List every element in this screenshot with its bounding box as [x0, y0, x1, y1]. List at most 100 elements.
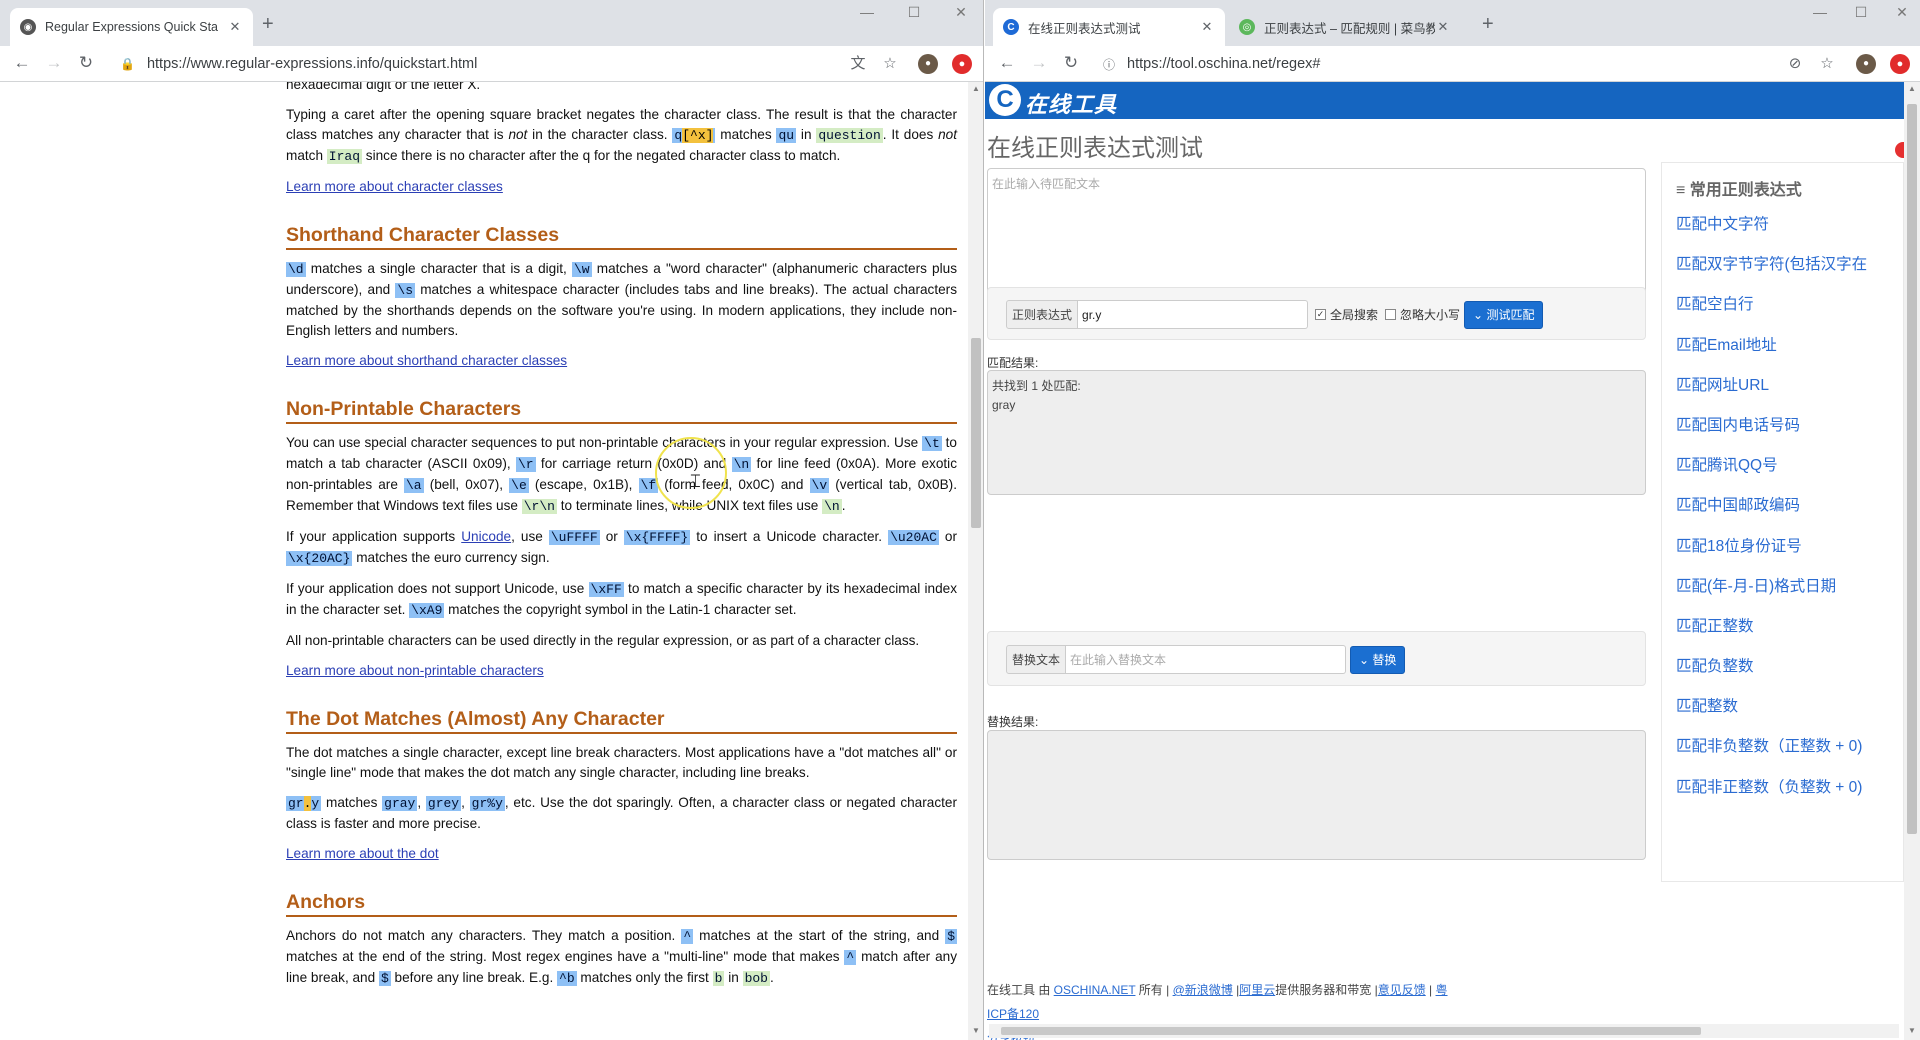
- scroll-up-icon[interactable]: ▲: [1904, 84, 1920, 93]
- text: (bell, 0x07),: [423, 477, 510, 492]
- blocked-icon[interactable]: ⊘: [1785, 54, 1805, 74]
- result-label: 匹配结果:: [987, 356, 1039, 370]
- forward-icon[interactable]: →: [1027, 53, 1051, 73]
- replace-button[interactable]: ⌄ 替换: [1350, 645, 1406, 674]
- address-bar[interactable]: ⓘ https://tool.oschina.net/regex#: [1103, 49, 1743, 79]
- result-summary: 共找到 1 处匹配:: [992, 379, 1081, 393]
- profile-avatar-icon[interactable]: ●: [1856, 54, 1876, 74]
- replace-result-area[interactable]: [987, 730, 1646, 860]
- sidebar-link[interactable]: 匹配负整数: [1662, 654, 1903, 694]
- close-window-icon[interactable]: ✕: [946, 4, 976, 21]
- match-result-area[interactable]: 共找到 1 处匹配: gray: [987, 370, 1646, 495]
- forward-icon[interactable]: →: [42, 53, 66, 73]
- text: in: [724, 970, 743, 985]
- sidebar-link[interactable]: 匹配中文字符: [1662, 212, 1903, 252]
- test-match-button[interactable]: ⌄ 测试匹配: [1464, 300, 1544, 329]
- emphasis: not: [938, 127, 957, 142]
- sidebar-link[interactable]: 匹配Email地址: [1662, 333, 1903, 373]
- link-feedback[interactable]: 意见反馈: [1378, 983, 1426, 997]
- vertical-scrollbar[interactable]: ▲ ▼: [1904, 82, 1920, 1040]
- oschina-icon: C: [1003, 19, 1019, 35]
- link-character-classes[interactable]: Learn more about character classes: [286, 179, 503, 194]
- anchors-paragraph: Anchors do not match any characters. The…: [286, 926, 957, 989]
- scroll-down-icon[interactable]: ▼: [1904, 1026, 1920, 1035]
- sidebar-link[interactable]: 匹配正整数: [1662, 614, 1903, 654]
- star-icon[interactable]: ☆: [1817, 54, 1837, 74]
- text-cursor-icon: ⌶: [690, 471, 701, 491]
- article: hexadecimal digit or the letter X. Typin…: [286, 82, 957, 999]
- address-bar[interactable]: 🔒 https://www.regular-expressions.info/q…: [120, 49, 840, 79]
- toolbar: ← → ↻ 🔒 https://www.regular-expressions.…: [0, 46, 983, 82]
- replace-input-group: 替换文本 在此输入替换文本 ⌄ 替换: [1006, 645, 1406, 674]
- regex-input-group: 正则表达式 gr.y ✓ 全局搜索 忽略大小写 ⌄ 测试匹配: [1006, 300, 1544, 329]
- intro-tail: hexadecimal digit or the letter X.: [286, 82, 481, 92]
- link-unicode[interactable]: Unicode: [461, 529, 511, 544]
- sidebar-link[interactable]: 匹配腾讯QQ号: [1662, 453, 1903, 493]
- text: or: [599, 529, 624, 544]
- link-dot[interactable]: Learn more about the dot: [286, 846, 439, 861]
- side-tab-marker[interactable]: [1895, 142, 1904, 158]
- scroll-up-icon[interactable]: ▲: [968, 84, 983, 93]
- tab-regex-tester[interactable]: C 在线正则表达式测试 ✕: [993, 8, 1225, 46]
- nonprint-paragraph-3: If your application does not support Uni…: [286, 579, 957, 621]
- sidebar-link[interactable]: 匹配中国邮政编码: [1662, 493, 1903, 533]
- caret-paragraph: Typing a caret after the opening square …: [286, 105, 957, 167]
- scrollbar-thumb[interactable]: [1907, 104, 1917, 834]
- link-oschina[interactable]: OSCHINA.NET: [1054, 983, 1136, 997]
- close-tab-icon[interactable]: ✕: [1435, 19, 1451, 35]
- sidebar-list: 匹配中文字符 匹配双字节字符(包括汉字在 匹配空白行 匹配Email地址 匹配网址URL…: [1662, 212, 1903, 815]
- back-icon[interactable]: ←: [10, 53, 34, 73]
- match-text-input[interactable]: 在此输入待匹配文本: [987, 168, 1646, 298]
- link-weibo[interactable]: @新浪微博: [1173, 983, 1233, 997]
- scrollbar-thumb[interactable]: [1001, 1027, 1701, 1035]
- new-tab-icon[interactable]: +: [262, 13, 274, 36]
- profile-avatar-icon[interactable]: ●: [918, 54, 938, 74]
- sidebar-link[interactable]: 匹配空白行: [1662, 292, 1903, 332]
- horizontal-scrollbar[interactable]: [989, 1024, 1899, 1038]
- link-nonprintable[interactable]: Learn more about non-printable character…: [286, 663, 544, 678]
- minimize-icon[interactable]: —: [852, 4, 882, 20]
- close-tab-icon[interactable]: ✕: [1199, 19, 1215, 35]
- sidebar-link[interactable]: 匹配非负整数（正整数 + 0): [1662, 734, 1903, 774]
- close-window-icon[interactable]: ✕: [1887, 4, 1917, 21]
- link-shorthand[interactable]: Learn more about shorthand character cla…: [286, 353, 567, 368]
- minimize-icon[interactable]: —: [1805, 4, 1835, 20]
- reload-icon[interactable]: ↻: [74, 53, 98, 73]
- sidebar-link[interactable]: 匹配国内电话号码: [1662, 413, 1903, 453]
- reload-icon[interactable]: ↻: [1059, 53, 1083, 73]
- scroll-down-icon[interactable]: ▼: [968, 1026, 983, 1035]
- text: matches a single character that is a dig…: [305, 261, 572, 276]
- extension-stop-icon[interactable]: ●: [952, 54, 972, 74]
- sidebar-link[interactable]: 匹配非正整数（负整数 + 0): [1662, 775, 1903, 815]
- logo-icon[interactable]: C: [989, 84, 1021, 116]
- page-title: 在线正则表达式测试: [987, 135, 1203, 162]
- maximize-icon[interactable]: ☐: [899, 4, 929, 21]
- regex-token: ^: [681, 929, 694, 944]
- star-icon[interactable]: ☆: [880, 54, 900, 74]
- link-aliyun[interactable]: 阿里云: [1239, 983, 1275, 997]
- sidebar-link[interactable]: 匹配双字节字符(包括汉字在: [1662, 252, 1903, 292]
- checkbox-empty-icon: [1385, 309, 1397, 320]
- sidebar-link[interactable]: 匹配网址URL: [1662, 373, 1903, 413]
- logo-text[interactable]: 在线工具: [1025, 87, 1117, 119]
- translate-icon[interactable]: 文: [848, 54, 868, 74]
- regex-token: gr.y: [286, 796, 322, 811]
- close-tab-icon[interactable]: ✕: [227, 19, 243, 35]
- extension-stop-icon[interactable]: ●: [1890, 54, 1910, 74]
- ignore-case-checkbox[interactable]: 忽略大小写: [1385, 306, 1460, 323]
- sidebar-link[interactable]: 匹配(年-月-日)格式日期: [1662, 574, 1903, 614]
- sidebar-link[interactable]: 匹配18位身份证号: [1662, 534, 1903, 574]
- replace-input[interactable]: 在此输入替换文本: [1066, 645, 1347, 674]
- scrollbar-thumb[interactable]: [971, 338, 981, 528]
- tab-runoob[interactable]: ◎ 正则表达式 – 匹配规则 | 菜鸟教 ✕: [1229, 8, 1461, 46]
- regex-token: \x{20AC}: [286, 551, 353, 566]
- maximize-icon[interactable]: ☐: [1846, 4, 1876, 21]
- sidebar-link[interactable]: 匹配整数: [1662, 694, 1903, 734]
- text: Anchors do not match any characters. The…: [286, 928, 682, 943]
- global-search-checkbox[interactable]: ✓ 全局搜索: [1315, 306, 1378, 323]
- vertical-scrollbar[interactable]: ▲ ▼: [968, 82, 983, 1040]
- tab-regex-quickstart[interactable]: ◉ Regular Expressions Quick Sta ✕: [10, 8, 253, 46]
- back-icon[interactable]: ←: [995, 53, 1019, 73]
- new-tab-icon[interactable]: +: [1482, 13, 1494, 36]
- regex-input[interactable]: gr.y: [1078, 300, 1309, 329]
